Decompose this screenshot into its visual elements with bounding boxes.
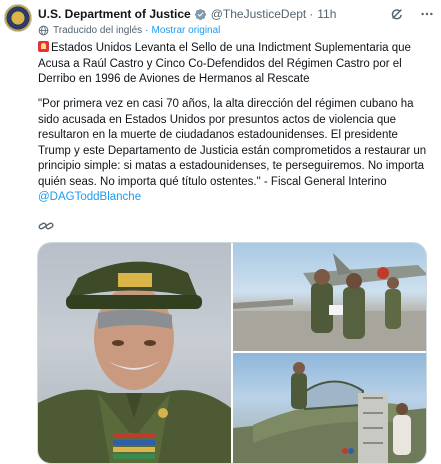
author-handle[interactable]: @TheJusticeDept (211, 7, 307, 21)
photo-pilots-jet[interactable] (233, 243, 426, 351)
tweet-header: U.S. Department of Justice @TheJusticeDe… (38, 6, 437, 22)
photo-portrait[interactable] (38, 243, 231, 463)
verified-badge-icon (194, 8, 207, 21)
avatar[interactable] (4, 4, 32, 32)
translation-separator: · (145, 25, 149, 36)
translated-label: Traducido del inglés (53, 25, 143, 36)
more-options-icon[interactable] (419, 6, 435, 22)
show-original-link[interactable]: Mostrar original (151, 25, 220, 36)
grok-icon[interactable] (389, 6, 405, 22)
header-actions (389, 6, 435, 22)
separator-dot: · (309, 7, 314, 21)
author-name[interactable]: U.S. Department of Justice (38, 7, 191, 21)
translation-notice: Traducido del inglés · Mostrar original (38, 25, 220, 36)
tweet-quote: "Por primera vez en casi 70 años, la alt… (38, 97, 430, 206)
quote-text: "Por primera vez en casi 70 años, la alt… (38, 98, 427, 188)
tweet-headline: Estados Unidos Levanta el Sello de una I… (38, 41, 430, 88)
link-icon (38, 219, 54, 233)
media-grid (37, 242, 427, 464)
globe-icon (38, 25, 49, 36)
tweet-card[interactable]: U.S. Department of Justice @TheJusticeDe… (0, 0, 441, 464)
police-light-emoji (38, 41, 49, 52)
photo-jet-cockpit[interactable] (233, 353, 426, 463)
headline-text: Estados Unidos Levanta el Sello de una I… (38, 42, 411, 85)
mention-link[interactable]: @DAGToddBlanche (38, 191, 141, 203)
timestamp[interactable]: 11h (317, 7, 336, 21)
